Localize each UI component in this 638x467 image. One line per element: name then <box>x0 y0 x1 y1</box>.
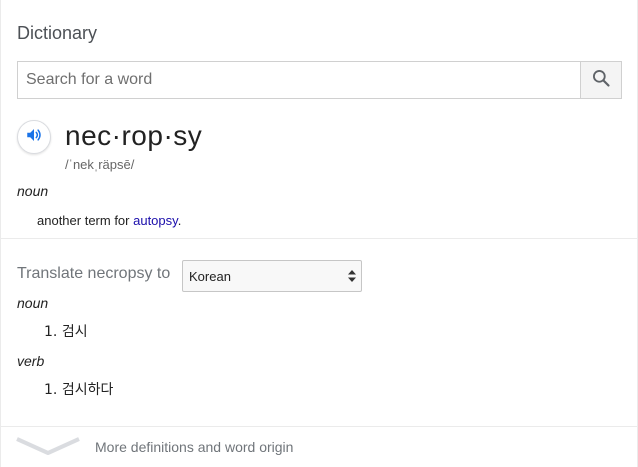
search-button[interactable] <box>580 62 621 98</box>
definition-text: another term for <box>37 213 134 228</box>
more-definitions-label: More definitions and word origin <box>95 439 294 455</box>
language-select-value: Korean <box>189 269 231 284</box>
headword: nec·rop·sy <box>65 120 203 151</box>
translation-item: 1. 검시 <box>44 321 88 341</box>
chevron-down-icon <box>15 435 81 462</box>
card-title: Dictionary <box>17 23 98 43</box>
translation-pos-noun: noun <box>17 295 49 311</box>
translation-pos-verb: verb <box>17 353 45 369</box>
section-divider <box>1 238 638 239</box>
speaker-icon <box>25 126 43 149</box>
translation-text: 검시 <box>61 324 88 340</box>
translation-number: 1. <box>44 324 58 340</box>
search-box <box>17 61 622 99</box>
phonetic-spelling: /ˈnekˌräpsē/ <box>65 157 135 172</box>
language-select[interactable]: Korean <box>182 260 362 292</box>
definition-suffix: . <box>177 213 182 228</box>
updown-arrows-icon <box>348 269 356 283</box>
translation-number: 1. <box>44 382 58 398</box>
part-of-speech: noun <box>17 183 49 199</box>
dictionary-card: Dictionary nec·rop·sy /ˈnekˌräpsē/ noun … <box>0 0 638 467</box>
definition-link[interactable]: autopsy <box>133 213 178 228</box>
search-icon <box>591 68 611 93</box>
translate-label: Translate necropsy to <box>17 265 171 282</box>
search-input[interactable] <box>18 62 582 98</box>
translation-text: 검시하다 <box>61 382 114 398</box>
translation-item: 1. 검시하다 <box>44 379 113 399</box>
more-definitions-button[interactable]: More definitions and word origin <box>1 427 638 467</box>
definition: another term for autopsy. <box>37 213 181 228</box>
pronunciation-button[interactable] <box>17 120 51 154</box>
